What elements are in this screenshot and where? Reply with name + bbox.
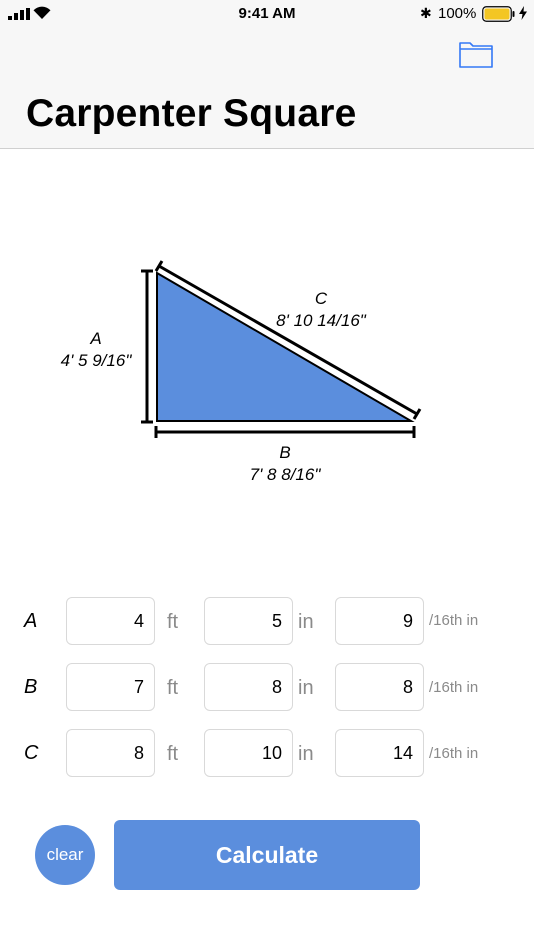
side-a-feet-input[interactable] [66, 597, 155, 645]
side-c-value: 8' 10 14/16" [276, 311, 367, 330]
side-b-feet-input[interactable] [66, 663, 155, 711]
triangle-diagram: A 4' 5 9/16" B 7' 8 8/16" C 8' 10 14/16" [61, 260, 422, 484]
side-c-feet-input[interactable] [66, 729, 155, 777]
side-a-inches-input[interactable] [204, 597, 293, 645]
unit-ft-label: ft [167, 611, 179, 633]
side-a-letter: A [89, 329, 101, 348]
calculate-button[interactable]: Calculate [114, 820, 420, 890]
unit-ft-label: ft [167, 743, 179, 765]
unit-in-label: in [298, 677, 314, 699]
charging-bolt-icon [519, 6, 527, 20]
row-label-a: A [24, 610, 38, 632]
page-title: Carpenter Square [26, 92, 357, 135]
side-a-sixteenths-input[interactable] [335, 597, 424, 645]
side-b-sixteenths-input[interactable] [335, 663, 424, 711]
side-b-value: 7' 8 8/16" [250, 465, 322, 484]
side-b-measure-line [154, 426, 416, 438]
battery-icon [482, 6, 515, 22]
battery-percent: 100% [438, 5, 477, 22]
row-label-b: B [24, 676, 38, 698]
side-c-inches-input[interactable] [204, 729, 293, 777]
navigation-header: Carpenter Square [0, 28, 534, 149]
triangle-shape [156, 271, 415, 422]
side-b-inches-input[interactable] [204, 663, 293, 711]
side-a-value: 4' 5 9/16" [61, 351, 133, 370]
side-b-letter: B [279, 443, 290, 462]
side-c-letter: C [315, 289, 328, 308]
unit-ft-label: ft [167, 677, 179, 699]
row-label-c: C [24, 742, 39, 764]
clear-button[interactable]: clear [35, 825, 95, 885]
side-c-sixteenths-input[interactable] [335, 729, 424, 777]
side-a-measure-line [141, 269, 153, 424]
bluetooth-icon: ✱ [420, 5, 432, 21]
folder-icon[interactable] [458, 38, 494, 70]
unit-sixteenths-label: /16th in [429, 679, 479, 696]
unit-in-label: in [298, 611, 314, 633]
unit-sixteenths-label: /16th in [429, 612, 479, 629]
status-bar: 9:41 AM ✱ 100% [0, 0, 534, 28]
unit-sixteenths-label: /16th in [429, 745, 479, 762]
unit-in-label: in [298, 743, 314, 765]
